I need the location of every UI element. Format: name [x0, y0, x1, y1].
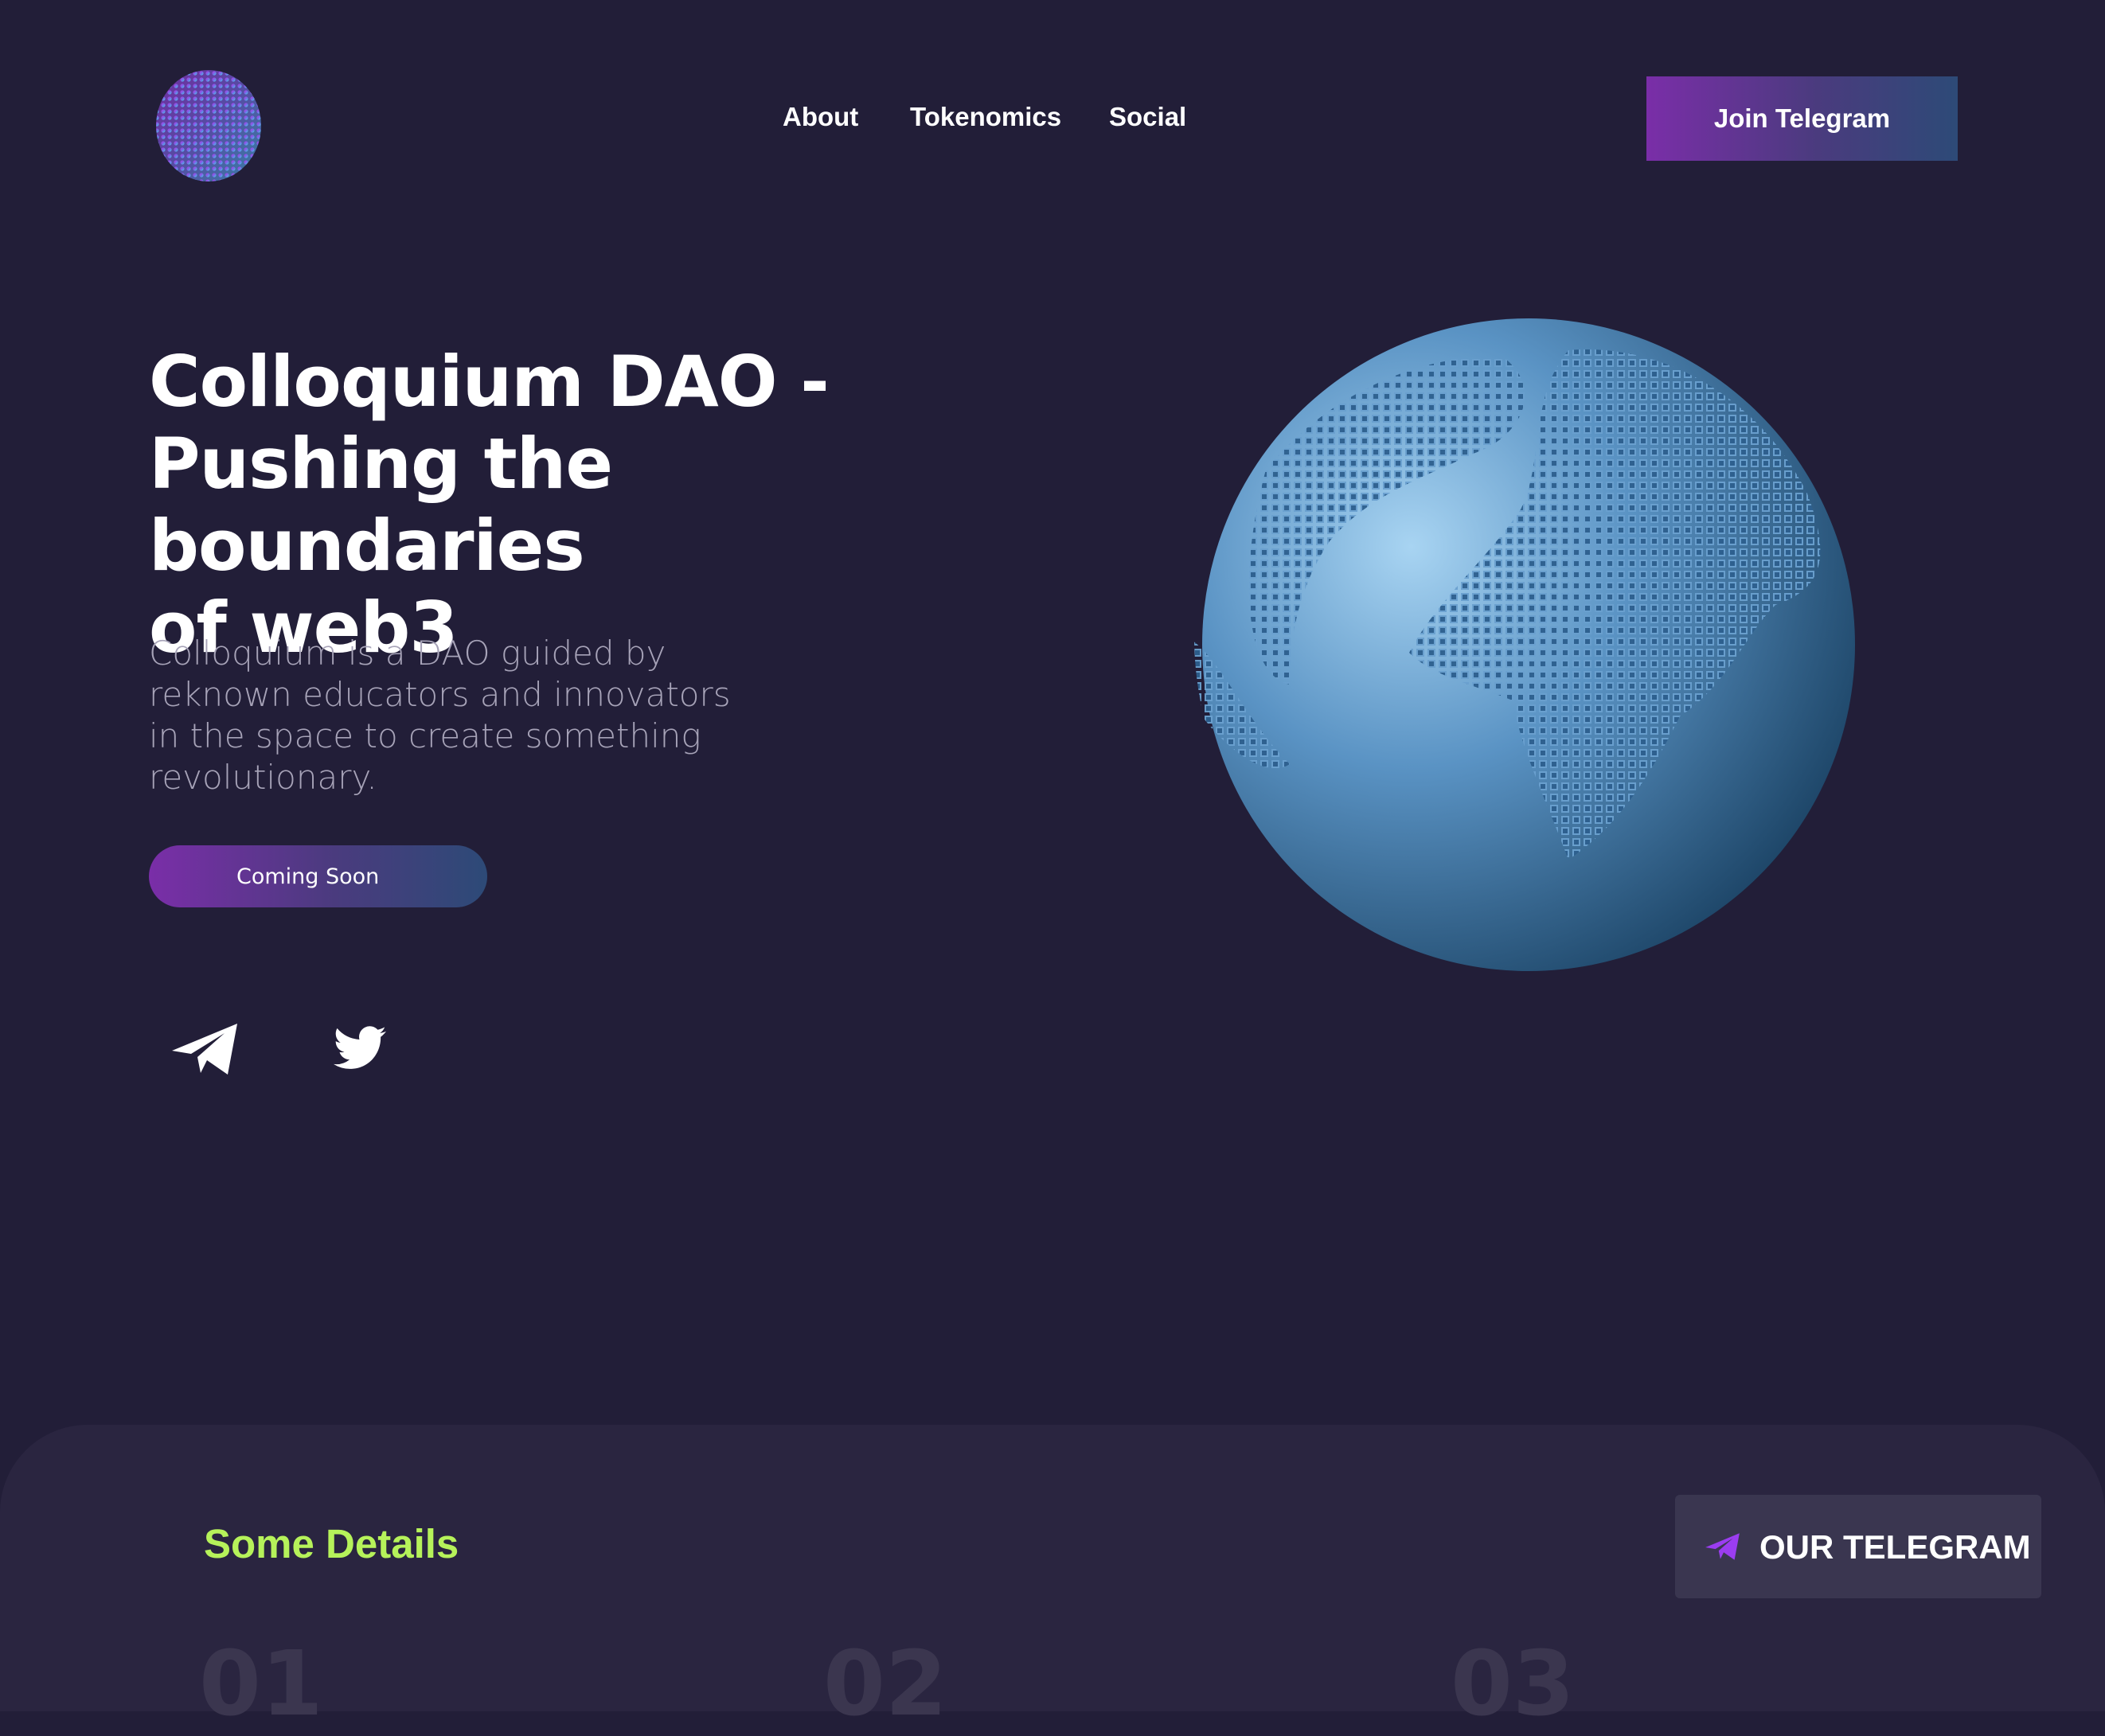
nav-about-link[interactable]: About [783, 102, 858, 132]
telegram-icon [1705, 1533, 1740, 1560]
our-telegram-label: OUR TELEGRAM [1759, 1528, 2031, 1566]
telegram-icon[interactable] [169, 1020, 242, 1078]
hero-title-line-1: Colloquium DAO - [149, 341, 830, 423]
detail-number-2: 02 [823, 1633, 947, 1736]
twitter-icon[interactable] [326, 1020, 393, 1078]
hero-title: Colloquium DAO - Pushing the boundaries … [149, 341, 1064, 669]
globe-illustration [1194, 318, 1855, 971]
detail-number-3: 03 [1451, 1633, 1575, 1736]
hero-description: Colloquium is a DAO guided by reknown ed… [149, 634, 731, 797]
our-telegram-button[interactable]: OUR TELEGRAM [1675, 1495, 2041, 1598]
coming-soon-button[interactable]: Coming Soon [149, 845, 487, 907]
join-telegram-button[interactable]: Join Telegram [1646, 76, 1958, 161]
detail-number-1: 01 [199, 1633, 323, 1736]
nav-tokenomics-link[interactable]: Tokenomics [910, 102, 1061, 132]
nav-social-link[interactable]: Social [1109, 102, 1186, 132]
details-title: Some Details [204, 1521, 459, 1566]
hero-title-line-2: Pushing the boundaries [149, 423, 613, 587]
